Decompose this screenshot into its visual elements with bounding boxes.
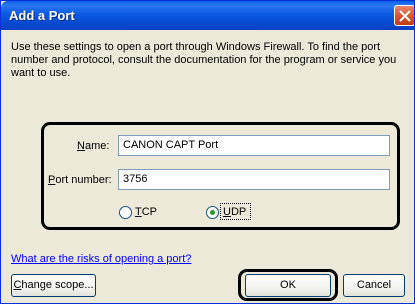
port-risks-link[interactable]: What are the risks of opening a port? — [11, 253, 191, 265]
udp-label[interactable]: UDP — [223, 206, 246, 218]
name-label: Name: — [77, 140, 110, 152]
name-field[interactable]: CANON CAPT Port — [118, 135, 390, 156]
radio-selected-dot — [210, 210, 215, 215]
title-bar[interactable]: Add a Port — [1, 1, 414, 30]
change-scope-button[interactable]: Change scope... — [11, 274, 96, 297]
add-port-dialog: Add a Port Use these settings to open a … — [0, 0, 415, 304]
cancel-button[interactable]: Cancel — [343, 274, 405, 297]
udp-radio[interactable] — [206, 206, 219, 219]
description-text: Use these settings to open a port throug… — [11, 41, 397, 79]
tcp-radio[interactable] — [119, 206, 132, 219]
port-number-field-value: 3756 — [123, 173, 148, 185]
port-number-field[interactable]: 3756 — [118, 169, 390, 190]
ok-button[interactable]: OK — [245, 274, 331, 297]
name-field-value: CANON CAPT Port — [123, 139, 219, 151]
dialog-title: Add a Port — [9, 8, 75, 23]
close-icon — [399, 10, 411, 22]
port-number-label: Port number: — [48, 174, 112, 186]
close-button[interactable] — [394, 5, 414, 26]
tcp-label[interactable]: TCP — [135, 206, 157, 218]
